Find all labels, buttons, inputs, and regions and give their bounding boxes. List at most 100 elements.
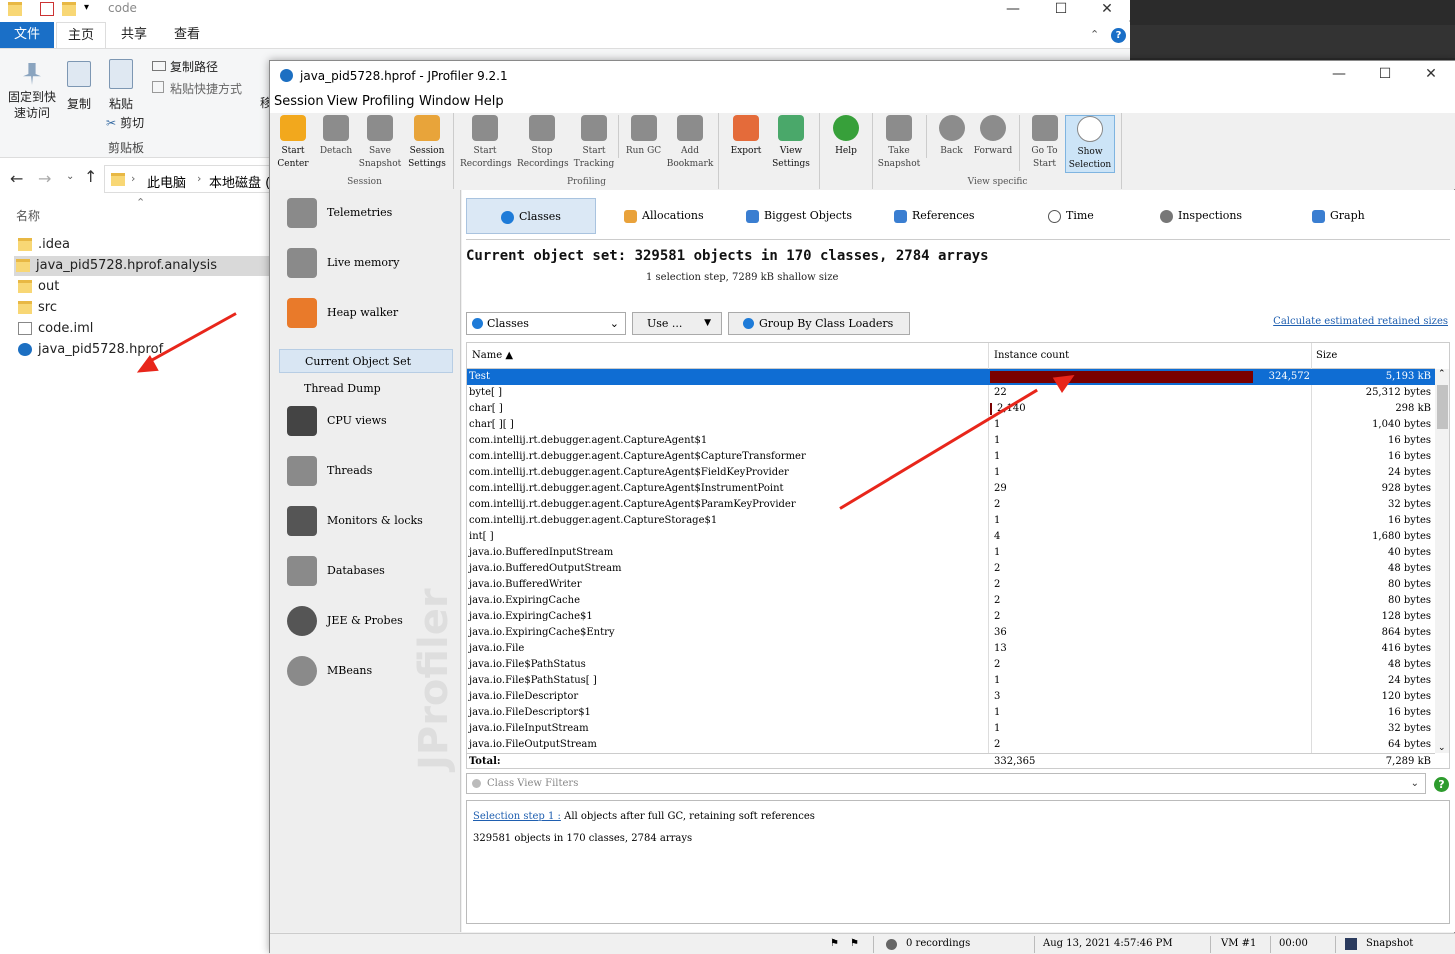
table-row[interactable]: java.io.File 13 416 bytes [467,641,1435,657]
table-row[interactable]: java.io.BufferedOutputStream 2 48 bytes [467,561,1435,577]
paste-shortcut-button[interactable]: 粘贴快捷方式 [152,80,242,97]
table-row[interactable]: com.intellij.rt.debugger.agent.CaptureAg… [467,497,1435,513]
minimize-button[interactable]: — [990,0,1036,20]
copy-button[interactable]: 复制 [62,61,96,112]
tab-inspections[interactable]: Inspections [1158,198,1242,234]
nav-thread-dump[interactable]: Thread Dump [279,377,453,401]
pin-quick-access-button[interactable]: 固定到快 速访问 [4,63,60,121]
up-arrow-icon[interactable]: ↑ [84,167,97,186]
copy-path-button[interactable]: 复制路径 [152,58,218,75]
table-row[interactable]: java.io.ExpiringCache 2 80 bytes [467,593,1435,609]
table-row[interactable]: java.io.File$PathStatus 2 48 bytes [467,657,1435,673]
table-row[interactable]: java.io.BufferedWriter 2 80 bytes [467,577,1435,593]
cut-button[interactable]: ✂ 剪切 [106,114,144,131]
recent-dropdown-icon[interactable]: ⌄ [66,171,74,182]
nav-jee-probes[interactable]: JEE & Probes [277,600,457,644]
view-settings-button[interactable]: View Settings [766,115,816,171]
chevron-down-icon[interactable]: ⌄ [1411,774,1419,793]
tracking-icon[interactable]: ⚑ [830,938,839,949]
ribbon-collapse-icon[interactable]: ⌃ [1090,28,1099,41]
scroll-up-icon[interactable]: ⌃ [1438,369,1446,379]
help-button[interactable]: Help [821,115,871,158]
tab-biggest-objects[interactable]: Biggest Objects [744,198,852,234]
table-row[interactable]: java.io.ExpiringCache$1 2 128 bytes [467,609,1435,625]
list-item[interactable]: code.iml [16,319,268,339]
column-header-instance-count[interactable]: Instance count [994,350,1069,361]
menu-profiling[interactable]: Profiling [362,94,415,109]
nav-heap-walker[interactable]: Heap walker [277,292,457,336]
table-row[interactable]: int[ ] 4 1,680 bytes [467,529,1435,545]
start-recordings-button[interactable]: Start Recordings [460,115,512,171]
forward-button[interactable]: Forward [968,115,1018,158]
nav-mbeans[interactable]: MBeans [277,650,457,694]
properties-icon[interactable] [40,2,54,16]
nav-telemetries[interactable]: Telemetries [277,192,457,236]
nav-current-object-set[interactable]: Current Object Set [279,349,453,373]
table-row[interactable]: java.io.File$PathStatus[ ] 1 24 bytes [467,673,1435,689]
export-button[interactable]: Export [721,115,771,158]
table-row[interactable]: java.io.FileOutputStream 2 64 bytes [467,737,1435,753]
quick-access-dropdown-icon[interactable]: ▾ [84,2,89,13]
tab-classes[interactable]: Classes [466,198,596,234]
take-snapshot-button[interactable]: Take Snapshot [874,115,924,171]
help-icon[interactable]: ? [1111,28,1126,43]
tab-references[interactable]: References [892,198,975,234]
table-row[interactable]: char[ ][ ] 1 1,040 bytes [467,417,1435,433]
maximize-button[interactable]: ☐ [1038,0,1084,20]
list-item[interactable]: out [16,277,268,297]
tab-home[interactable]: 主页 [56,22,106,48]
paste-button[interactable]: 粘贴 [104,59,138,112]
column-header-name[interactable]: Name ▲ [472,350,513,361]
tab-allocations[interactable]: Allocations [622,198,704,234]
scroll-down-icon[interactable]: ⌄ [1438,743,1446,753]
table-row[interactable]: com.intellij.rt.debugger.agent.CaptureSt… [467,513,1435,529]
scroll-thumb[interactable] [1437,385,1448,429]
run-gc-button[interactable]: Run GC [618,115,668,158]
nav-databases[interactable]: Databases [277,550,457,594]
tab-share[interactable]: 共享 [108,22,160,48]
use-button[interactable]: Use ... ▼ [632,312,722,335]
nav-cpu-views[interactable]: CPU views [277,400,457,444]
nav-monitors-locks[interactable]: Monitors & locks [277,500,457,544]
menu-session[interactable]: Session [274,94,324,109]
table-row[interactable]: java.io.FileDescriptor 3 120 bytes [467,689,1435,705]
table-row[interactable]: java.io.BufferedInputStream 1 40 bytes [467,545,1435,561]
group-by-class-loaders-button[interactable]: Group By Class Loaders [728,312,910,335]
save-snapshot-button[interactable]: Save Snapshot [355,115,405,171]
tab-view[interactable]: 查看 [162,22,212,48]
detach-button[interactable]: Detach [311,115,361,158]
vertical-scrollbar[interactable]: ⌃ ⌄ [1435,369,1449,753]
table-row[interactable]: char[ ] 2,140 298 kB [467,401,1435,417]
show-selection-button[interactable]: Show Selection [1065,115,1115,173]
tab-graph[interactable]: Graph [1310,198,1365,234]
add-bookmark-button[interactable]: Add Bookmark [665,115,715,171]
table-row[interactable]: java.io.FileInputStream 1 32 bytes [467,721,1435,737]
go-to-start-button[interactable]: Go To Start [1019,115,1069,171]
selection-step-link[interactable]: Selection step 1 : [473,811,561,822]
table-row[interactable]: java.io.ExpiringCache$Entry 36 864 bytes [467,625,1435,641]
close-button[interactable]: ✕ [1084,0,1130,20]
column-header-size[interactable]: Size [1316,350,1337,361]
session-settings-button[interactable]: Session Settings [402,115,452,171]
menu-view[interactable]: View [327,94,358,109]
table-row[interactable]: Test 324,572 5,193 kB [467,369,1435,385]
forward-arrow-icon[interactable]: → [38,169,51,188]
tab-file[interactable]: 文件 [0,22,54,48]
help-icon[interactable]: ? [1434,777,1449,792]
start-tracking-button[interactable]: Start Tracking [569,115,619,171]
breadcrumb[interactable]: › 此电脑 › 本地磁盘 (D [104,165,280,193]
table-row[interactable]: com.intellij.rt.debugger.agent.CaptureAg… [467,449,1435,465]
maximize-button[interactable]: ☐ [1362,65,1408,85]
flag-icon[interactable]: ⚑ [850,938,859,949]
list-item[interactable]: java_pid5728.hprof.analysis [14,256,270,276]
table-row[interactable]: com.intellij.rt.debugger.agent.CaptureAg… [467,481,1435,497]
close-button[interactable]: ✕ [1408,65,1454,85]
tab-time[interactable]: Time [1046,198,1094,234]
calculate-retained-sizes-link[interactable]: Calculate estimated retained sizes [1273,316,1448,327]
class-view-filters-input[interactable]: Class View Filters ⌄ [466,773,1426,794]
new-folder-icon[interactable] [62,2,76,16]
classes-select[interactable]: Classes ⌄ [466,312,626,335]
list-item[interactable]: .idea [16,235,268,255]
menu-help[interactable]: Help [474,94,504,109]
stop-recordings-button[interactable]: Stop Recordings [517,115,569,171]
